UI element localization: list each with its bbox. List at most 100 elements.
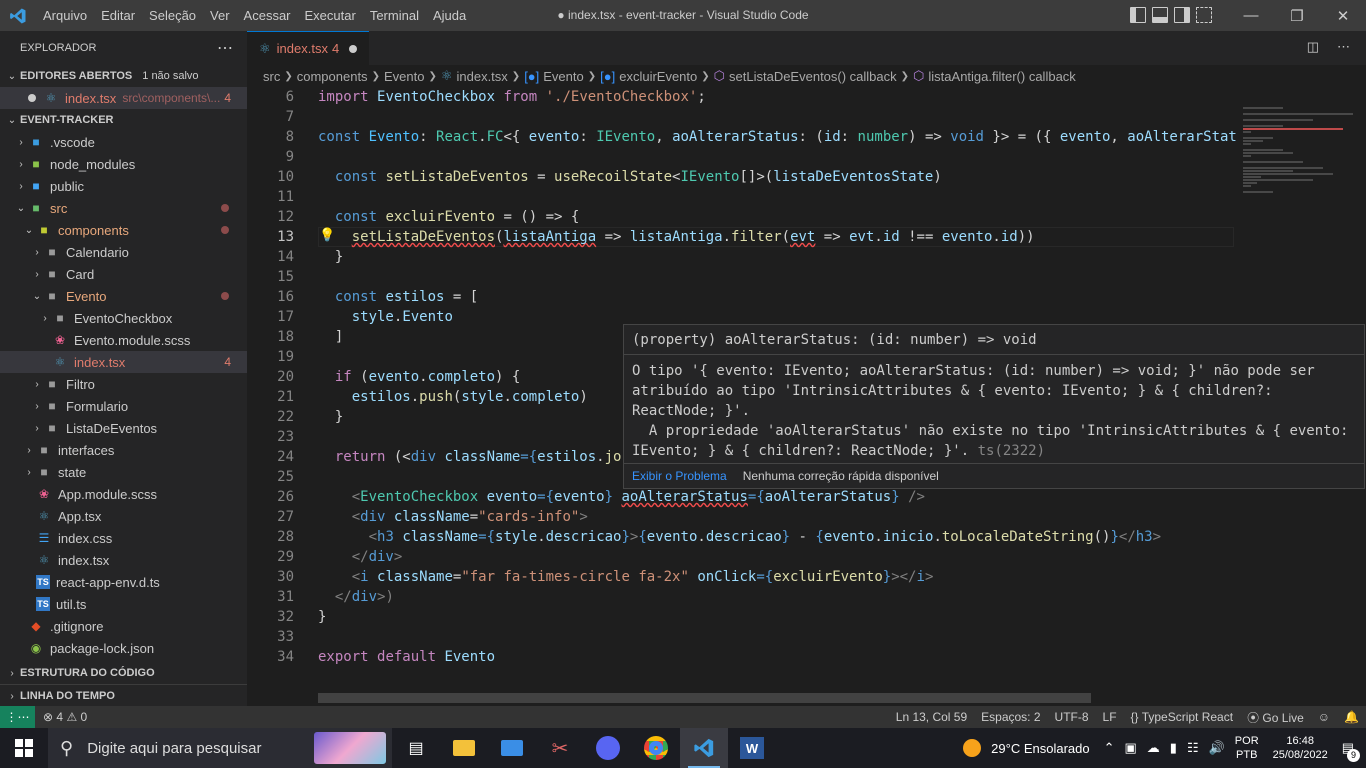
line-number: 24 — [277, 449, 294, 465]
unsaved-count: 1 não salvo — [142, 70, 199, 82]
notification-center-icon[interactable]: ▤ 9 — [1342, 740, 1360, 762]
discord-icon[interactable] — [584, 728, 632, 768]
code-token: className — [444, 449, 521, 465]
menu-acessar[interactable]: Acessar — [237, 0, 298, 31]
task-view-icon[interactable]: ▤ — [392, 728, 440, 768]
tree-file[interactable]: ◆ .gitignore — [0, 615, 247, 637]
menu-arquivo[interactable]: Arquivo — [36, 0, 94, 31]
weather-text[interactable]: 29°C Ensolarado — [991, 741, 1089, 756]
tree-folder[interactable]: › ■ .vscode — [0, 131, 247, 153]
chevron-up-icon[interactable]: ⌃ — [1104, 740, 1115, 756]
tree-folder[interactable]: ⌄ ■ Evento — [0, 285, 247, 307]
tree-folder[interactable]: ⌄ ■ src — [0, 197, 247, 219]
volume-icon[interactable]: 🔊 — [1209, 740, 1225, 756]
breadcrumb-file[interactable]: index.tsx — [456, 69, 507, 84]
remote-desktop-icon[interactable] — [488, 728, 536, 768]
breadcrumb-components[interactable]: components — [297, 69, 368, 84]
chrome-icon[interactable] — [632, 728, 680, 768]
tree-folder[interactable]: › ■ Card — [0, 263, 247, 285]
notifications-icon[interactable]: 🔔 — [1337, 710, 1366, 724]
menu-selecao[interactable]: Seleção — [142, 0, 203, 31]
code-token: from — [503, 89, 546, 105]
menu-editar[interactable]: Editar — [94, 0, 142, 31]
cursor-position[interactable]: Ln 13, Col 59 — [889, 710, 974, 724]
cloud-icon[interactable]: ☁ — [1147, 740, 1160, 756]
menu-ajuda[interactable]: Ajuda — [426, 0, 473, 31]
tree-folder[interactable]: › ■ ListaDeEventos — [0, 417, 247, 439]
tree-folder[interactable]: › ■ Formulario — [0, 395, 247, 417]
chevron-right-icon: › — [35, 246, 39, 258]
remote-icon[interactable]: ⋮⋯ — [0, 706, 35, 728]
timeline-label: LINHA DO TEMPO — [20, 690, 115, 702]
breadcrumb-src[interactable]: src — [263, 69, 280, 84]
problems-indicator[interactable]: ⊗ 4 ⚠ 0 — [35, 710, 94, 724]
toggle-secondary-sidebar-icon[interactable] — [1174, 7, 1190, 23]
split-editor-icon[interactable]: ◫ — [1307, 39, 1319, 55]
go-live-button[interactable]: ⦿ Go Live — [1240, 709, 1311, 726]
breadcrumb-evento-folder[interactable]: Evento — [384, 69, 424, 84]
file-explorer-icon[interactable] — [440, 728, 488, 768]
menu-terminal[interactable]: Terminal — [363, 0, 426, 31]
menu-executar[interactable]: Executar — [298, 0, 363, 31]
tree-file[interactable]: TS util.ts — [0, 593, 247, 615]
more-actions-icon[interactable]: ⋯ — [1337, 39, 1350, 55]
breadcrumb-function[interactable]: excluirEvento — [619, 69, 697, 84]
tree-file[interactable]: TS react-app-env.d.ts — [0, 571, 247, 593]
windows-start-icon[interactable] — [0, 728, 48, 768]
menu-ver[interactable]: Ver — [203, 0, 237, 31]
view-problem-link[interactable]: Exibir o Problema — [632, 469, 727, 483]
tree-folder[interactable]: ⌄ ■ components — [0, 219, 247, 241]
language-mode[interactable]: {} TypeScript React — [1124, 710, 1241, 724]
tree-folder[interactable]: › ■ EventoCheckbox — [0, 307, 247, 329]
unsaved-dot-icon[interactable] — [349, 44, 358, 53]
tree-folder[interactable]: › ■ Calendario — [0, 241, 247, 263]
tab-index-tsx[interactable]: ⚛ index.tsx 4 — [247, 31, 369, 65]
tray-app-icon[interactable]: ▣ — [1125, 740, 1137, 756]
feedback-icon[interactable]: ☺ — [1311, 710, 1337, 724]
project-section[interactable]: ⌄ EVENT-TRACKER — [0, 109, 247, 131]
breadcrumb-component[interactable]: Evento — [543, 69, 583, 84]
open-editor-item[interactable]: ⚛ index.tsx src\components\... 4 — [0, 87, 247, 109]
breadcrumb-callback[interactable]: setListaDeEventos() callback — [729, 69, 897, 84]
tree-folder[interactable]: › ■ node_modules — [0, 153, 247, 175]
network-icon[interactable]: ☷ — [1187, 740, 1199, 756]
tree-folder[interactable]: › ■ state — [0, 461, 247, 483]
word-icon[interactable]: W — [728, 728, 776, 768]
tree-file[interactable]: ⚛ index.tsx 4 — [0, 351, 247, 373]
breadcrumb-filter-callback[interactable]: listaAntiga.filter() callback — [928, 69, 1075, 84]
tree-folder[interactable]: › ■ Filtro — [0, 373, 247, 395]
open-editors-section[interactable]: ⌄ EDITORES ABERTOS 1 não salvo — [0, 65, 247, 87]
horizontal-scrollbar[interactable] — [318, 693, 1091, 703]
tree-file[interactable]: ⚛ App.tsx — [0, 505, 247, 527]
close-icon[interactable]: ✕ — [1320, 0, 1366, 31]
minimize-icon[interactable]: — — [1228, 0, 1274, 31]
modified-dot-icon[interactable] — [28, 94, 36, 102]
more-actions-icon[interactable]: ⋯ — [217, 38, 233, 58]
outline-section[interactable]: › ESTRUTURA DO CÓDIGO — [0, 662, 247, 684]
taskbar-search[interactable]: ⚲ Digite aqui para pesquisar — [48, 728, 392, 768]
code-token: ={ — [478, 529, 496, 545]
vscode-taskbar-icon[interactable] — [680, 728, 728, 768]
toggle-sidebar-icon[interactable] — [1130, 7, 1146, 23]
customize-layout-icon[interactable] — [1196, 7, 1212, 23]
battery-icon[interactable]: ▮ — [1170, 740, 1177, 756]
indentation[interactable]: Espaços: 2 — [974, 710, 1047, 724]
tree-folder[interactable]: › ■ public — [0, 175, 247, 197]
toggle-panel-icon[interactable] — [1152, 7, 1168, 23]
clock[interactable]: 16:48 25/08/2022 — [1273, 734, 1328, 762]
code-token: listaAntiga — [629, 229, 723, 245]
timeline-section[interactable]: › LINHA DO TEMPO — [0, 684, 247, 707]
snipping-tool-icon[interactable]: ✂ — [536, 728, 584, 768]
tree-file[interactable]: ⚛ index.tsx — [0, 549, 247, 571]
tree-folder[interactable]: › ■ interfaces — [0, 439, 247, 461]
tree-file[interactable]: ❀ App.module.scss — [0, 483, 247, 505]
tree-file[interactable]: ◉ package-lock.json — [0, 637, 247, 659]
tree-file[interactable]: ☰ index.css — [0, 527, 247, 549]
line-number: 9 — [285, 149, 294, 165]
line-ending[interactable]: LF — [1096, 710, 1124, 724]
encoding[interactable]: UTF-8 — [1048, 710, 1096, 724]
language-indicator[interactable]: POR PTB — [1235, 734, 1259, 762]
tree-file[interactable]: ❀ Evento.module.scss — [0, 329, 247, 351]
restore-icon[interactable]: ❐ — [1274, 0, 1320, 31]
lang-code: POR — [1234, 735, 1259, 747]
